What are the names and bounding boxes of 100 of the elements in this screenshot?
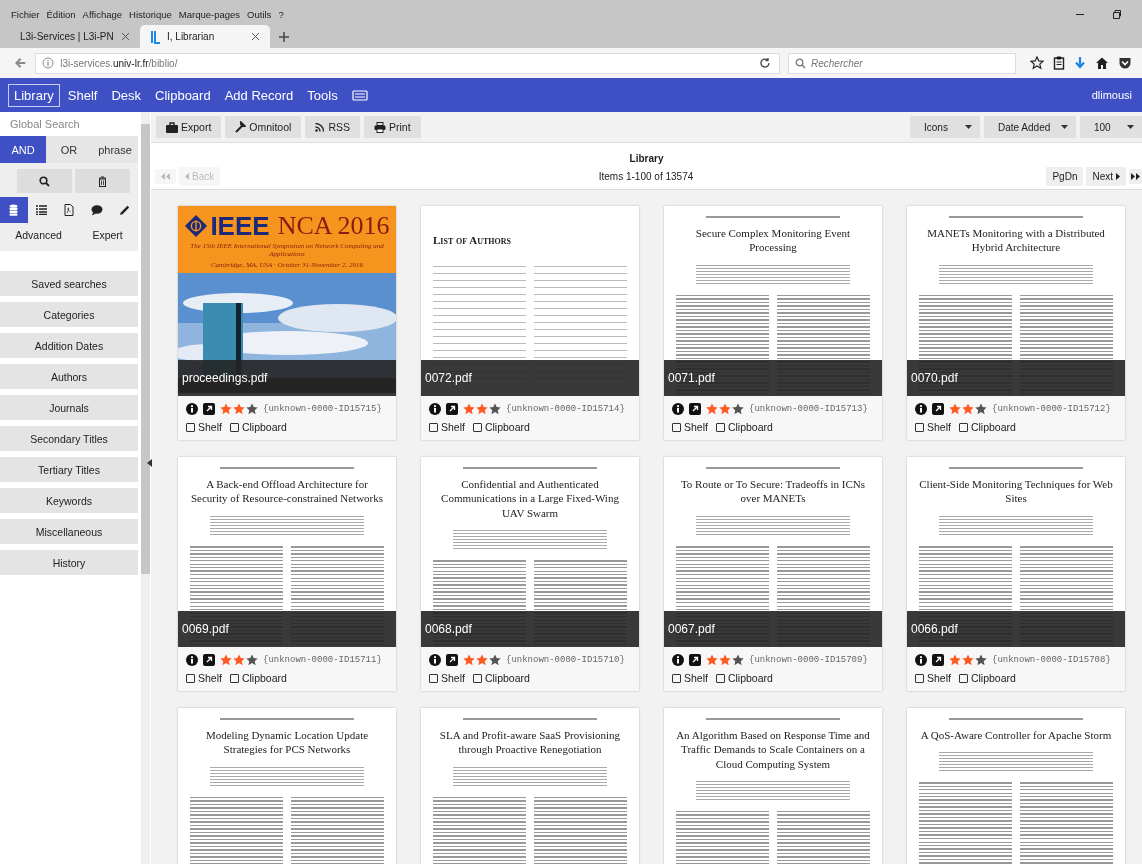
star-outline-icon[interactable] <box>1030 56 1044 70</box>
info-icon[interactable] <box>429 654 441 666</box>
select-dropdown[interactable]: 100 <box>1080 116 1142 138</box>
search-field[interactable]: Rechercher <box>788 52 1016 74</box>
sidebar-section-button[interactable]: Categories <box>0 302 138 327</box>
collapse-icon[interactable] <box>147 459 152 467</box>
info-icon[interactable] <box>672 654 684 666</box>
menu-item[interactable]: ? <box>278 8 284 20</box>
menu-item[interactable]: Édition <box>46 8 76 20</box>
external-link-icon[interactable] <box>932 654 944 666</box>
shelf-checkbox[interactable]: Shelf <box>672 421 708 433</box>
info-icon[interactable] <box>915 654 927 666</box>
file-name-bar[interactable]: 0071.pdf <box>664 360 882 396</box>
file-name-bar[interactable]: 0070.pdf <box>907 360 1125 396</box>
shelf-checkbox[interactable]: Shelf <box>915 672 951 684</box>
menu-item[interactable]: Fichier <box>11 8 40 20</box>
user-link[interactable]: dlimousi <box>1091 89 1132 101</box>
last-page-button[interactable] <box>1129 169 1142 184</box>
star-rating[interactable] <box>949 654 987 666</box>
sidebar-section-button[interactable]: Saved searches <box>0 271 138 296</box>
back-arrow-icon[interactable] <box>14 56 28 70</box>
address-field[interactable]: l3i-services.univ-lr.fr/biblio/ <box>35 52 780 74</box>
sidebar-section-button[interactable]: Addition Dates <box>0 333 138 358</box>
sidebar-section-button[interactable]: Tertiary Titles <box>0 457 138 482</box>
info-icon[interactable] <box>672 403 684 415</box>
browser-tab[interactable]: I, Librarian <box>140 25 270 48</box>
file-name-bar[interactable]: 0066.pdf <box>907 611 1125 647</box>
clipboard-checkbox[interactable]: Clipboard <box>229 421 287 433</box>
download-icon[interactable] <box>1074 56 1086 70</box>
rss-button[interactable]: RSS <box>305 116 360 138</box>
sidebar-section-button[interactable]: History <box>0 550 138 575</box>
shelf-checkbox[interactable]: Shelf <box>186 421 222 433</box>
print-button[interactable]: Print <box>363 116 421 138</box>
star-rating[interactable] <box>706 654 744 666</box>
file-name-bar[interactable]: 0072.pdf <box>421 360 639 396</box>
clipboard-checkbox[interactable]: Clipboard <box>472 672 530 684</box>
search-mode-tab[interactable]: phrase <box>92 136 138 163</box>
search-mode-tab[interactable]: OR <box>46 136 92 163</box>
scope-tab[interactable] <box>0 197 28 223</box>
browser-tab[interactable]: L3i-Services | L3i-PN <box>10 25 140 48</box>
info-icon[interactable] <box>186 654 198 666</box>
search-button[interactable] <box>17 169 72 193</box>
external-link-icon[interactable] <box>203 403 215 415</box>
search-type-link[interactable]: Expert <box>92 229 123 241</box>
pocket-icon[interactable] <box>1118 56 1132 70</box>
next-button[interactable]: Next <box>1086 167 1126 186</box>
star-rating[interactable] <box>706 403 744 415</box>
home-icon[interactable] <box>1095 56 1109 70</box>
sidebar-section-button[interactable]: Keywords <box>0 488 138 513</box>
star-rating[interactable] <box>220 403 258 415</box>
sidebar-section-button[interactable]: Authors <box>0 364 138 389</box>
nav-link[interactable]: Desk <box>105 83 147 107</box>
star-rating[interactable] <box>463 654 501 666</box>
clipboard-checkbox[interactable]: Clipboard <box>715 672 773 684</box>
close-icon[interactable] <box>121 32 130 41</box>
search-type-link[interactable]: Advanced <box>15 229 62 241</box>
file-name-bar[interactable]: 0068.pdf <box>421 611 639 647</box>
nav-link[interactable]: Tools <box>301 83 344 107</box>
clipboard-icon[interactable] <box>1053 56 1065 70</box>
info-icon[interactable] <box>429 403 441 415</box>
sidebar-section-button[interactable]: Secondary Titles <box>0 426 138 451</box>
file-name-bar[interactable]: 0069.pdf <box>178 611 396 647</box>
sidebar-section-button[interactable]: Journals <box>0 395 138 420</box>
external-link-icon[interactable] <box>446 654 458 666</box>
scrollbar[interactable] <box>141 112 150 864</box>
omnitool-button[interactable]: Omnitool <box>225 116 302 138</box>
clear-button[interactable] <box>75 169 130 193</box>
file-name-bar[interactable]: proceedings.pdf <box>178 360 396 396</box>
menu-item[interactable]: Outils <box>247 8 272 20</box>
clipboard-checkbox[interactable]: Clipboard <box>958 421 1016 433</box>
shelf-checkbox[interactable]: Shelf <box>429 672 465 684</box>
reload-icon[interactable] <box>759 57 771 69</box>
clipboard-checkbox[interactable]: Clipboard <box>715 421 773 433</box>
shelf-checkbox[interactable]: Shelf <box>915 421 951 433</box>
nav-link[interactable]: Library <box>8 83 60 107</box>
file-name-bar[interactable]: 0067.pdf <box>664 611 882 647</box>
nav-link[interactable]: Shelf <box>61 83 104 107</box>
menu-item[interactable]: Marque-pages <box>178 8 241 20</box>
info-icon[interactable] <box>186 403 198 415</box>
star-rating[interactable] <box>463 403 501 415</box>
shelf-checkbox[interactable]: Shelf <box>672 672 708 684</box>
search-mode-tab[interactable]: AND <box>0 136 46 163</box>
external-link-icon[interactable] <box>689 654 701 666</box>
clipboard-checkbox[interactable]: Clipboard <box>958 672 1016 684</box>
external-link-icon[interactable] <box>203 654 215 666</box>
export-button[interactable]: Export <box>156 116 222 138</box>
keyboard-icon[interactable] <box>351 89 368 101</box>
star-rating[interactable] <box>949 403 987 415</box>
restore-icon[interactable] <box>1112 9 1122 19</box>
menu-item[interactable]: Historique <box>129 8 172 20</box>
nav-link[interactable]: Add Record <box>218 83 300 107</box>
select-dropdown[interactable]: Date Added <box>984 116 1076 138</box>
info-icon[interactable] <box>915 403 927 415</box>
external-link-icon[interactable] <box>932 403 944 415</box>
menu-item[interactable]: Affichage <box>82 8 123 20</box>
select-dropdown[interactable]: Icons <box>910 116 980 138</box>
star-rating[interactable] <box>220 654 258 666</box>
page-down-button[interactable]: PgDn <box>1046 167 1084 186</box>
clipboard-checkbox[interactable]: Clipboard <box>229 672 287 684</box>
close-icon[interactable] <box>251 32 260 41</box>
